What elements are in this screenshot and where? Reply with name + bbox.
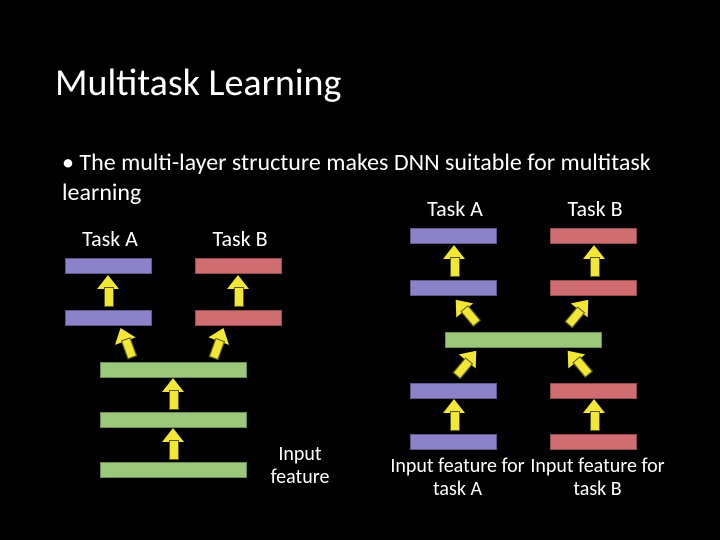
arrow-icon <box>559 293 596 332</box>
right-task-b-top <box>550 228 637 244</box>
left-shared-layer-top <box>100 362 247 378</box>
right-task-b-label: Task B <box>555 195 635 222</box>
right-task-a-label: Task A <box>415 195 495 222</box>
right-b-input-layer <box>550 434 637 450</box>
arrow-icon <box>447 344 484 383</box>
arrow-icon <box>110 324 142 362</box>
right-task-a-top <box>410 228 497 244</box>
right-a-input-layer <box>410 434 497 450</box>
right-input-a-label: Input feature for task A <box>390 455 525 501</box>
arrow-icon <box>162 428 184 460</box>
arrow-icon <box>559 344 596 383</box>
right-b-lower1 <box>550 383 637 399</box>
arrow-icon <box>443 399 465 431</box>
arrow-icon <box>443 245 465 277</box>
left-task-b-label: Task B <box>200 225 280 252</box>
left-task-a-layer2 <box>65 310 152 326</box>
arrow-icon <box>97 275 119 307</box>
arrow-icon <box>227 275 249 307</box>
arrow-icon <box>447 293 484 332</box>
left-task-a-top-layer <box>65 258 152 274</box>
left-shared-layer-mid <box>100 412 247 428</box>
slide-title: Multitask Learning <box>55 60 341 106</box>
left-task-b-top-layer <box>195 258 282 274</box>
right-task-b-l2 <box>550 280 637 296</box>
left-shared-layer-bot <box>100 462 247 478</box>
left-task-b-layer2 <box>195 310 282 326</box>
arrow-icon <box>202 324 234 362</box>
left-task-a-label: Task A <box>70 225 150 252</box>
arrow-icon <box>583 245 605 277</box>
arrow-icon <box>583 399 605 431</box>
left-input-label: Input feature <box>255 443 345 489</box>
right-input-b-label: Input feature for task B <box>530 455 665 501</box>
arrow-icon <box>162 378 184 410</box>
right-task-a-l2 <box>410 280 497 296</box>
right-a-lower1 <box>410 383 497 399</box>
